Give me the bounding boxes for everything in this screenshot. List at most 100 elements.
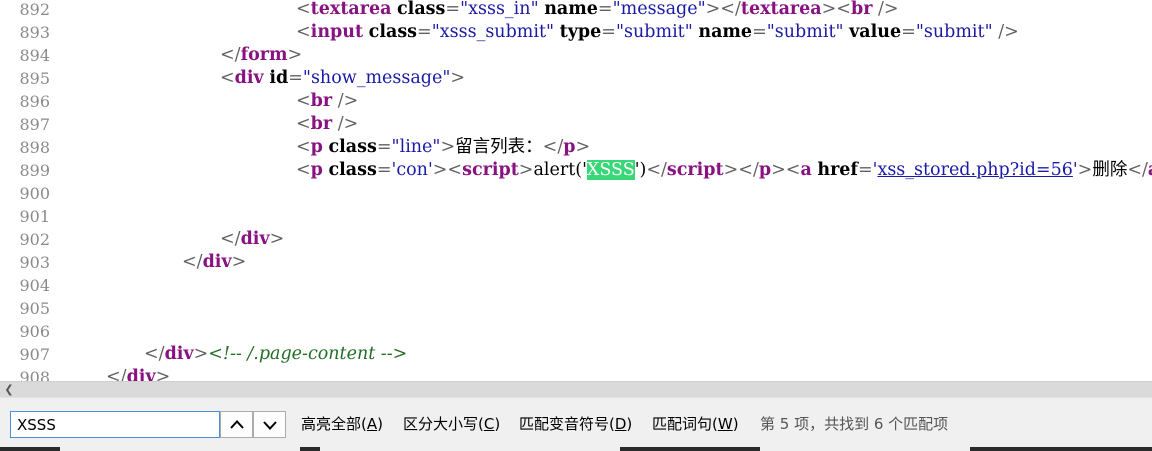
- code-token: ": [835, 22, 844, 42]
- code-token: class: [328, 160, 377, 180]
- code-token: <: [220, 68, 235, 88]
- horizontal-scrollbar[interactable]: ❮: [0, 381, 1152, 397]
- whole-words-toggle[interactable]: 匹配词句(W): [652, 414, 739, 434]
- match-case-toggle[interactable]: 区分大小写(C): [403, 414, 500, 434]
- line-number: 904: [19, 276, 50, 295]
- code-token: ></: [705, 0, 741, 19]
- code-token: =: [445, 0, 461, 19]
- code-token: >: [287, 45, 303, 65]
- code-token: alert(': [533, 160, 587, 180]
- source-code: <br />: [296, 113, 358, 136]
- code-token: ": [391, 137, 400, 157]
- code-token: =: [597, 0, 613, 19]
- code-token: br: [310, 114, 333, 134]
- scroll-left-arrow-icon[interactable]: ❮: [2, 383, 16, 397]
- source-line: 903 </div>: [0, 251, 1152, 274]
- code-token: p: [563, 137, 576, 157]
- code-token: />: [332, 91, 359, 111]
- code-token: ": [615, 22, 625, 42]
- line-number: 905: [19, 299, 50, 318]
- code-token: xsss_in: [468, 0, 531, 19]
- code-token: p: [310, 160, 323, 180]
- code-token: >: [450, 68, 466, 88]
- line-number: 893: [19, 23, 50, 42]
- code-token: ": [984, 22, 993, 42]
- source-line: 902 </div>: [0, 228, 1152, 251]
- code-token: </: [106, 367, 127, 381]
- match-diacritics-toggle[interactable]: 匹配变音符号(D): [519, 414, 632, 434]
- code-token: />: [872, 0, 899, 19]
- code-token: >: [575, 137, 591, 157]
- source-code: <p class='con'><script>alert('XSSS')</sc…: [296, 159, 1152, 182]
- code-token: br: [310, 91, 333, 111]
- source-code: <input class="xsss_submit" type="submit"…: [296, 21, 1019, 44]
- source-line: 901: [0, 205, 1152, 228]
- source-line: 895 <div id="show_message">: [0, 67, 1152, 90]
- code-token: script: [666, 160, 724, 180]
- view-source-pane[interactable]: 892 <textarea class="xsss_in" name="messa…: [0, 0, 1152, 381]
- find-next-button[interactable]: [253, 411, 286, 438]
- source-code: <p class="line">留言列表：</p>: [296, 136, 590, 159]
- source-line: 908 </div>: [0, 366, 1152, 381]
- source-line: 900: [0, 182, 1152, 205]
- code-token: ": [546, 22, 555, 42]
- code-token: a: [1148, 160, 1152, 180]
- line-number: 901: [19, 207, 50, 226]
- code-token: textarea: [310, 0, 392, 19]
- code-token: =: [288, 68, 303, 88]
- source-line: 897 <br />: [0, 113, 1152, 136]
- code-token: p: [758, 160, 772, 180]
- code-token: div: [234, 68, 264, 88]
- line-number: 903: [19, 253, 50, 272]
- source-code: </div><!-- /.page-content -->: [144, 343, 407, 366]
- find-previous-button[interactable]: [220, 411, 253, 438]
- chevron-up-icon: [230, 420, 244, 429]
- highlight-all-toggle[interactable]: 高亮全部(A): [301, 414, 383, 434]
- code-token: <: [296, 114, 311, 134]
- code-token: xsss_submit: [439, 22, 547, 42]
- find-status: 第 5 项，共找到 6 个匹配项: [760, 415, 949, 433]
- code-token: ><: [771, 160, 801, 180]
- line-number: 908: [19, 368, 50, 381]
- code-token: =: [417, 22, 432, 42]
- code-token: <!-- /.page-content -->: [208, 344, 408, 364]
- source-code: <div id="show_message">: [220, 67, 465, 90]
- code-token: class: [397, 0, 446, 19]
- code-token: ": [431, 22, 440, 42]
- line-number: 906: [19, 322, 50, 341]
- code-token: >: [155, 367, 171, 381]
- line-number: 896: [19, 92, 50, 111]
- line-number: 907: [19, 345, 50, 364]
- code-token: </: [220, 45, 241, 65]
- code-token: >: [269, 229, 285, 249]
- source-code: <textarea class="xsss_in" name="message"…: [296, 0, 899, 21]
- code-token: form: [240, 45, 288, 65]
- code-token: >: [440, 137, 456, 157]
- code-token: <: [296, 137, 311, 157]
- source-line: 896 <br />: [0, 90, 1152, 113]
- code-token: />: [332, 114, 359, 134]
- code-token: href: [817, 160, 858, 180]
- search-match-highlight: XSSS: [586, 160, 635, 180]
- code-token: name: [698, 22, 753, 42]
- code-token: ": [612, 0, 621, 19]
- code-token: ": [460, 0, 469, 19]
- code-token: </: [144, 344, 165, 364]
- code-token: </: [220, 229, 241, 249]
- source-line: 904: [0, 274, 1152, 297]
- code-token: </: [182, 252, 203, 272]
- code-token: ": [530, 0, 539, 19]
- code-token: script: [462, 160, 519, 180]
- source-code: </div>: [220, 228, 284, 251]
- source-link[interactable]: xss_stored.php?id=56: [877, 160, 1072, 180]
- find-input[interactable]: [10, 411, 220, 438]
- code-token: type: [559, 22, 602, 42]
- code-token: ": [766, 22, 775, 42]
- line-number: 894: [19, 46, 50, 65]
- line-number: 892: [19, 0, 50, 19]
- code-token: =: [857, 160, 873, 180]
- code-token: <: [296, 91, 311, 111]
- code-token: div: [240, 229, 270, 249]
- code-token: <: [296, 22, 311, 42]
- code-token: <: [296, 0, 311, 19]
